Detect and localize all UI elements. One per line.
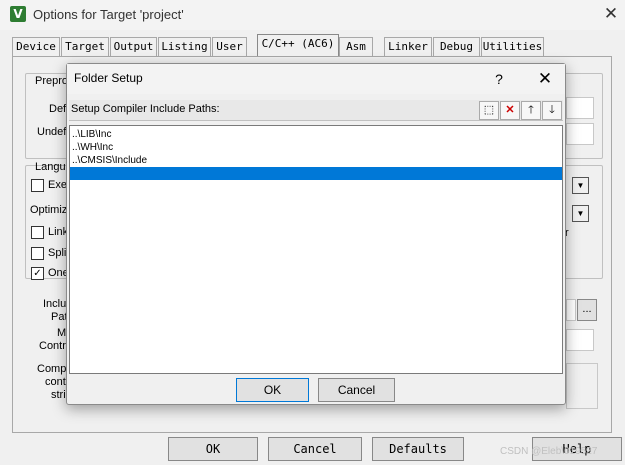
undefine-input[interactable] xyxy=(566,123,594,145)
link-checkbox[interactable] xyxy=(31,226,44,239)
define-input[interactable] xyxy=(566,97,594,119)
chevron-down-icon[interactable]: ▼ xyxy=(572,177,589,194)
dialog-title: Folder Setup xyxy=(74,71,143,85)
defaults-button[interactable]: Defaults xyxy=(372,437,464,461)
close-icon[interactable]: ✕ xyxy=(598,3,624,25)
window-title: Options for Target 'project' xyxy=(33,7,184,22)
execute-only-checkbox[interactable] xyxy=(31,179,44,192)
list-item[interactable]: ..\WH\Inc xyxy=(70,141,562,154)
move-up-icon[interactable]: 🡑 xyxy=(521,101,541,120)
tab-debug[interactable]: Debug xyxy=(433,37,480,56)
define-label: Def xyxy=(49,103,67,115)
delete-icon[interactable]: ✕ xyxy=(500,101,520,120)
dialog-cancel-button[interactable]: Cancel xyxy=(318,378,395,402)
include-paths-label: Inclu xyxy=(43,298,67,310)
cancel-button[interactable]: Cancel xyxy=(268,437,362,461)
browse-button[interactable]: ... xyxy=(577,299,597,321)
language-group-label: Langu xyxy=(35,161,66,173)
undefine-label: Undef xyxy=(37,126,67,138)
paths-header-label: Setup Compiler Include Paths: xyxy=(71,103,220,115)
list-item-selected[interactable] xyxy=(70,167,562,180)
help-icon[interactable]: ? xyxy=(489,68,509,90)
preprocessor-group-label: Prepro xyxy=(35,75,69,87)
optimization-label: Optimiz xyxy=(30,204,68,216)
dialog-title-bar: Folder Setup ? ✕ xyxy=(67,64,565,94)
compiler-control-string xyxy=(566,363,598,409)
close-icon[interactable]: ✕ xyxy=(532,68,558,90)
list-item[interactable]: ..\LIB\Inc xyxy=(70,128,562,141)
one-checkbox[interactable]: ✓ xyxy=(31,267,44,280)
dialog-ok-button[interactable]: OK xyxy=(236,378,309,402)
include-paths-input[interactable] xyxy=(566,299,576,321)
tab-listing[interactable]: Listing xyxy=(158,37,211,56)
execute-only-label: Exe xyxy=(48,179,67,191)
tab-linker[interactable]: Linker xyxy=(384,37,432,56)
tab-device[interactable]: Device xyxy=(12,37,60,56)
folder-setup-dialog: Folder Setup ? ✕ Setup Compiler Include … xyxy=(66,63,566,405)
paths-header: Setup Compiler Include Paths: ⬚ ✕ 🡑 🡓 xyxy=(69,100,563,121)
tab-c-cpp-ac6[interactable]: C/C++ (AC6) xyxy=(257,34,339,56)
tab-output[interactable]: Output xyxy=(110,37,157,56)
move-down-icon[interactable]: 🡓 xyxy=(542,101,562,120)
tab-asm[interactable]: Asm xyxy=(339,37,373,56)
misc-controls-input[interactable] xyxy=(566,329,594,351)
main-title-bar: V Options for Target 'project' ✕ xyxy=(0,0,625,30)
tab-target[interactable]: Target xyxy=(61,37,109,56)
compiler-control-label: Comp xyxy=(37,363,67,375)
app-logo-icon: V xyxy=(10,6,26,22)
include-paths-list[interactable]: ..\LIB\Inc ..\WH\Inc ..\CMSIS\Include xyxy=(69,125,563,374)
watermark: CSDN @Eleb\019527 xyxy=(500,446,598,457)
misc-label: M xyxy=(57,327,67,339)
split-checkbox[interactable] xyxy=(31,247,44,260)
compiler-control-label-3: stri xyxy=(51,389,66,401)
split-label: Spli xyxy=(48,247,67,259)
new-folder-icon[interactable]: ⬚ xyxy=(479,101,499,120)
chevron-down-icon[interactable]: ▼ xyxy=(572,205,589,222)
tab-user[interactable]: User xyxy=(212,37,247,56)
tab-utilities[interactable]: Utilities xyxy=(481,37,544,56)
compiler-control-label-2: cont xyxy=(45,376,66,388)
list-item[interactable]: ..\CMSIS\Include xyxy=(70,154,562,167)
ok-button[interactable]: OK xyxy=(168,437,258,461)
